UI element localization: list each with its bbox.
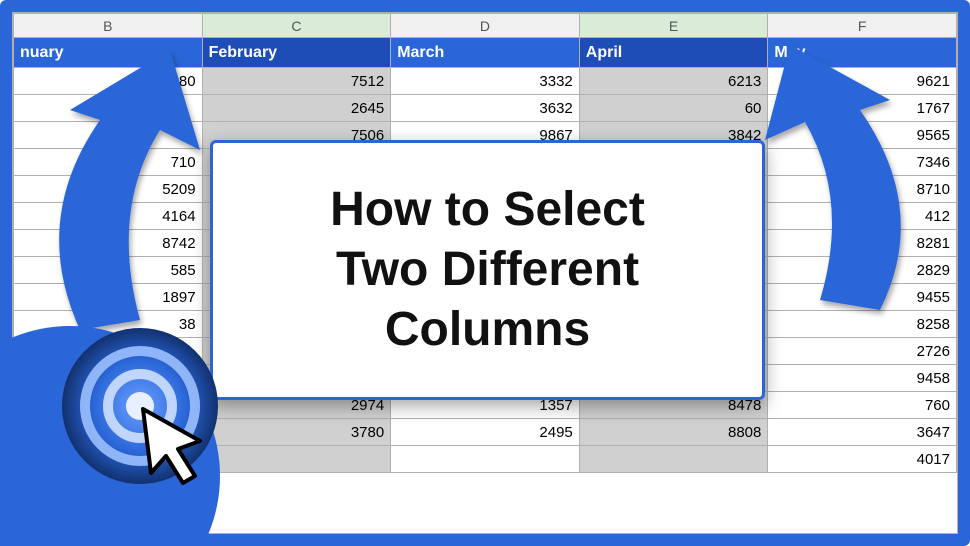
table-row: 26807512333262139621: [14, 68, 957, 95]
table-row: 26453632601767: [14, 95, 957, 122]
cell[interactable]: 9565: [768, 122, 957, 149]
cell[interactable]: [391, 446, 580, 473]
cell[interactable]: 760: [768, 392, 957, 419]
cell[interactable]: 4164: [14, 203, 203, 230]
cell[interactable]: [202, 446, 391, 473]
cell[interactable]: [14, 95, 203, 122]
cell[interactable]: 1767: [768, 95, 957, 122]
cell[interactable]: 2726: [768, 338, 957, 365]
thumbnail-frame: B C D E F nuary February March April May…: [0, 0, 970, 546]
cell[interactable]: 2495: [391, 419, 580, 446]
month-march[interactable]: March: [391, 38, 580, 68]
title-text: How to Select Two Different Columns: [330, 180, 645, 360]
cell[interactable]: 1897: [14, 284, 203, 311]
cell[interactable]: 8258: [768, 311, 957, 338]
cell[interactable]: 5209: [14, 176, 203, 203]
cell[interactable]: 8808: [579, 419, 768, 446]
month-april[interactable]: April: [579, 38, 768, 68]
cell[interactable]: 3780: [202, 419, 391, 446]
cell[interactable]: 2645: [202, 95, 391, 122]
title-line-2: Two Different: [336, 243, 639, 296]
cell[interactable]: 3332: [391, 68, 580, 95]
cell[interactable]: 7512: [202, 68, 391, 95]
cell[interactable]: 2680: [14, 68, 203, 95]
cell[interactable]: [579, 446, 768, 473]
title-line-3: Columns: [385, 303, 590, 356]
cell[interactable]: 412: [768, 203, 957, 230]
col-header-f[interactable]: F: [768, 14, 957, 38]
col-header-c[interactable]: C: [202, 14, 391, 38]
col-header-e[interactable]: E: [579, 14, 768, 38]
cell[interactable]: 7346: [768, 149, 957, 176]
cell[interactable]: 6213: [579, 68, 768, 95]
cell[interactable]: 9458: [768, 365, 957, 392]
month-header-row: nuary February March April May: [14, 38, 957, 68]
cell[interactable]: [14, 122, 203, 149]
month-may[interactable]: May: [768, 38, 957, 68]
cell[interactable]: 710: [14, 149, 203, 176]
cell[interactable]: 8742: [14, 230, 203, 257]
cell[interactable]: 3632: [391, 95, 580, 122]
cell[interactable]: 8281: [768, 230, 957, 257]
cell[interactable]: 4017: [768, 446, 957, 473]
mouse-cursor-click-icon: [55, 321, 225, 491]
col-header-d[interactable]: D: [391, 14, 580, 38]
cell[interactable]: 2829: [768, 257, 957, 284]
cell[interactable]: 9621: [768, 68, 957, 95]
cell[interactable]: 8710: [768, 176, 957, 203]
month-february[interactable]: February: [202, 38, 391, 68]
col-header-b[interactable]: B: [14, 14, 203, 38]
cell[interactable]: 585: [14, 257, 203, 284]
column-letter-row: B C D E F: [14, 14, 957, 38]
title-line-1: How to Select: [330, 183, 645, 236]
month-january[interactable]: nuary: [14, 38, 203, 68]
cell[interactable]: 60: [579, 95, 768, 122]
cell[interactable]: 3647: [768, 419, 957, 446]
cell[interactable]: 9455: [768, 284, 957, 311]
title-card: How to Select Two Different Columns: [210, 140, 765, 400]
